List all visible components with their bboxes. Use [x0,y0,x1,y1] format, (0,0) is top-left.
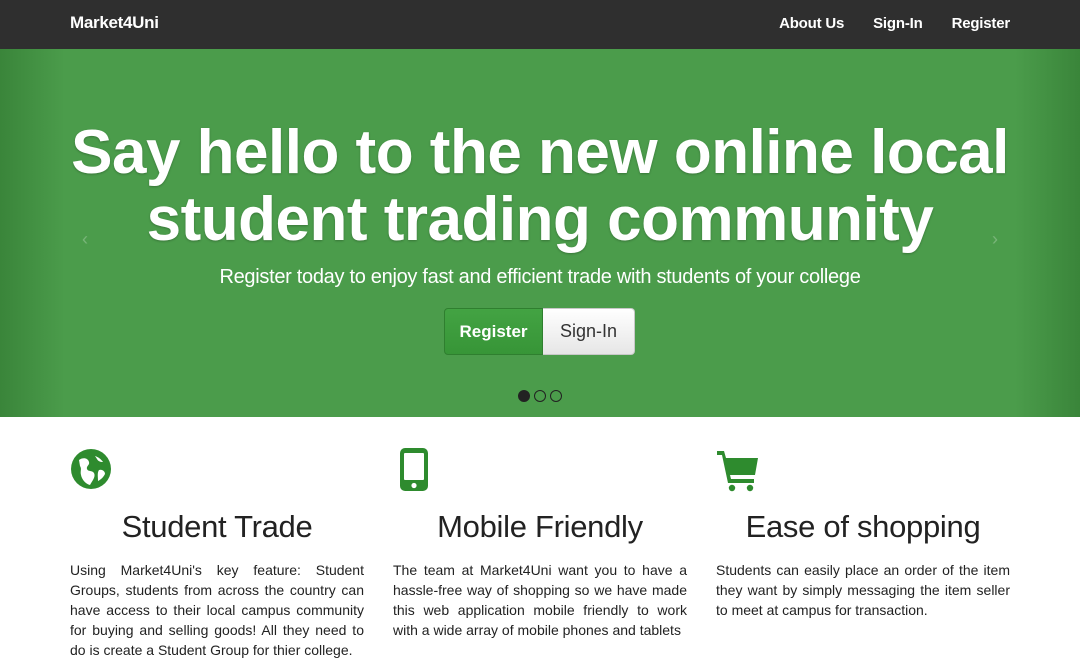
brand-logo[interactable]: Market4Uni [70,13,159,33]
feature-title: Mobile Friendly [437,509,643,544]
feature-title: Ease of shopping [745,509,981,544]
carousel-indicator-1[interactable] [518,390,530,402]
feature-ease-of-shopping: Ease of shopping Students can easily pla… [716,448,1010,620]
nav-sign-in[interactable]: Sign-In [873,15,923,32]
hero-title: Say hello to the new online local studen… [0,119,1080,253]
hero-carousel: ‹ Say hello to the new online local stud… [0,49,1080,417]
feature-description: The team at Market4Uni want you to have … [393,562,687,638]
carousel-indicators [518,390,562,402]
sign-in-button[interactable]: Sign-In [543,308,635,355]
hero-button-group: Register Sign-In [444,308,635,355]
globe-icon [70,448,364,492]
carousel-next-icon[interactable]: › [992,229,998,250]
shopping-cart-icon [716,448,1010,492]
navbar: Market4Uni About Us Sign-In Register [0,0,1080,49]
hero-subtitle: Register today to enjoy fast and efficie… [219,266,861,288]
nav-register[interactable]: Register [952,15,1011,32]
hero-title-line-2: student trading community [146,185,934,254]
hero-title-line-1: Say hello to the new online local [71,118,1009,187]
register-button[interactable]: Register [444,308,543,355]
feature-title: Student Trade [121,509,313,544]
nav-links: About Us Sign-In Register [779,15,1010,32]
feature-description: Students can easily place an order of th… [716,562,1010,618]
mobile-phone-icon [393,448,687,492]
feature-description: Using Market4Uni's key feature: Student … [70,562,364,658]
carousel-indicator-3[interactable] [550,390,562,402]
feature-mobile-friendly: Mobile Friendly The team at Market4Uni w… [393,448,687,640]
nav-about-us[interactable]: About Us [779,15,844,32]
carousel-indicator-2[interactable] [534,390,546,402]
feature-student-trade: Student Trade Using Market4Uni's key fea… [70,448,364,659]
